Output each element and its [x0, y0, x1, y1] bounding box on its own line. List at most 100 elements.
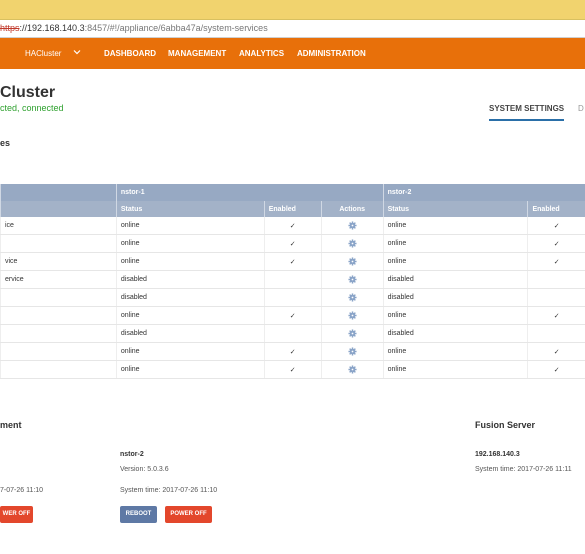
column-header-row: Status Enabled Actions Status Enabled [0, 201, 585, 217]
gear-icon[interactable] [348, 257, 357, 266]
nav-management[interactable]: MANAGEMENT [168, 49, 226, 58]
node1-status: disabled [115, 288, 265, 307]
node2-status: disabled [382, 270, 528, 289]
gear-icon[interactable] [348, 329, 357, 338]
service-name: ice [0, 217, 117, 235]
url-text: https://192.168.140.3:8457/#!/appliance/… [0, 23, 268, 33]
service-name [0, 360, 117, 379]
node2-enabled-check: ✓ [527, 342, 585, 361]
node-system-time: System time: 2017-07-26 11:10 [120, 487, 218, 494]
table-row: online ✓ online ✓ [0, 234, 585, 253]
node1-enabled-check: ✓ [263, 360, 322, 379]
actions-cell [320, 324, 384, 343]
service-header [0, 184, 117, 201]
services-body: ice online ✓ online ✓ online ✓ online ✓ vice onlin… [0, 217, 585, 379]
gear-icon[interactable] [348, 293, 357, 302]
node1-enabled-check [263, 324, 322, 343]
nav-dashboard[interactable]: DASHBOARD [104, 49, 156, 58]
gear-icon[interactable] [348, 347, 357, 356]
service-name [0, 342, 117, 361]
gear-icon[interactable] [348, 275, 357, 284]
node1-enabled-check: ✓ [263, 252, 322, 271]
node2-enabled-check [527, 270, 585, 289]
cluster-selector[interactable]: HACluster [25, 49, 61, 58]
status-col-header: Status [115, 201, 265, 217]
node1-enabled-check: ✓ [263, 342, 322, 361]
node2-status: online [382, 234, 528, 253]
url-protocol: https [0, 23, 20, 33]
left-node-time: 7-07-26 11:10 [0, 487, 44, 494]
power-off-button[interactable]: POWER OFF [165, 506, 212, 523]
node1-enabled-check: ✓ [263, 306, 322, 325]
gear-icon[interactable] [348, 311, 357, 320]
fusion-ip: 192.168.140.3 [475, 451, 520, 458]
node1-enabled-check: ✓ [263, 217, 322, 235]
url-host: ://192.168.140.3 [19, 23, 85, 33]
node2-enabled-check: ✓ [527, 234, 585, 253]
nav-administration[interactable]: ADMINISTRATION [297, 49, 366, 58]
url-path: :8457/#!/appliance/6abba47a/system-servi… [84, 23, 268, 33]
actions-col-header: Actions [320, 201, 384, 217]
node1-enabled-check [263, 288, 322, 307]
node-header-row: nstor-1 nstor-2 [0, 184, 585, 201]
actions-cell [320, 360, 384, 379]
node2-status: disabled [382, 324, 528, 343]
table-row: disabled disabled [0, 288, 585, 307]
table-row: online ✓ online ✓ [0, 360, 585, 379]
node1-enabled-check [263, 270, 322, 289]
node1-status: disabled [115, 270, 265, 289]
node2-status: online [382, 252, 528, 271]
services-table: nstor-1 nstor-2 Status Enabled Actions S… [0, 184, 585, 379]
service-name: vice [0, 252, 117, 271]
fusion-server-title: Fusion Server [475, 420, 536, 430]
enabled-col-header-2: Enabled [527, 201, 585, 217]
node2-enabled-check: ✓ [527, 306, 585, 325]
node-name: nstor-2 [120, 451, 144, 458]
address-bar[interactable]: https://192.168.140.3:8457/#!/appliance/… [0, 19, 585, 38]
node2-header: nstor-2 [382, 184, 585, 201]
fusion-system-time: System time: 2017-07-26 11:11 [475, 466, 572, 473]
management-title: ment [0, 420, 22, 430]
tab-system-settings[interactable]: SYSTEM SETTINGS [489, 104, 565, 121]
left-power-off-button[interactable]: WER OFF [0, 506, 33, 523]
service-name: ervice [0, 270, 117, 289]
node2-enabled-check: ✓ [527, 217, 585, 235]
actions-cell [320, 234, 384, 253]
node1-status: online [115, 360, 265, 379]
gear-icon[interactable] [348, 221, 357, 230]
node2-status: online [382, 306, 528, 325]
table-row: ice online ✓ online ✓ [0, 217, 585, 235]
table-row: online ✓ online ✓ [0, 306, 585, 325]
table-row: vice online ✓ online ✓ [0, 252, 585, 271]
node1-enabled-check: ✓ [263, 234, 322, 253]
node2-enabled-check: ✓ [527, 360, 585, 379]
status-col-header-2: Status [382, 201, 528, 217]
node2-status: online [382, 217, 528, 235]
table-row: ervice disabled disabled [0, 270, 585, 289]
service-col-header [0, 201, 117, 217]
gear-icon[interactable] [348, 239, 357, 248]
service-name [0, 306, 117, 325]
node1-header: nstor-1 [115, 184, 384, 201]
actions-cell [320, 288, 384, 307]
page-title: Cluster [0, 84, 56, 101]
actions-cell [320, 342, 384, 361]
chevron-down-icon[interactable] [73, 48, 81, 56]
service-name [0, 324, 117, 343]
node2-enabled-check [527, 324, 585, 343]
nav-analytics[interactable]: ANALYTICS [239, 49, 284, 58]
actions-cell [320, 306, 384, 325]
section-title: es [0, 138, 11, 148]
gear-icon[interactable] [348, 365, 357, 374]
tab-next[interactable]: D [578, 104, 584, 113]
actions-cell [320, 217, 384, 235]
node2-enabled-check [527, 288, 585, 307]
node-version: Version: 5.0.3.6 [120, 466, 169, 473]
reboot-button[interactable]: REBOOT [120, 506, 157, 523]
top-navigation: HACluster DASHBOARD MANAGEMENT ANALYTICS… [0, 38, 585, 69]
node1-status: disabled [115, 324, 265, 343]
node2-enabled-check: ✓ [527, 252, 585, 271]
table-row: online ✓ online ✓ [0, 342, 585, 361]
connection-status: cted, connected [0, 103, 64, 113]
node1-status: online [115, 217, 265, 235]
